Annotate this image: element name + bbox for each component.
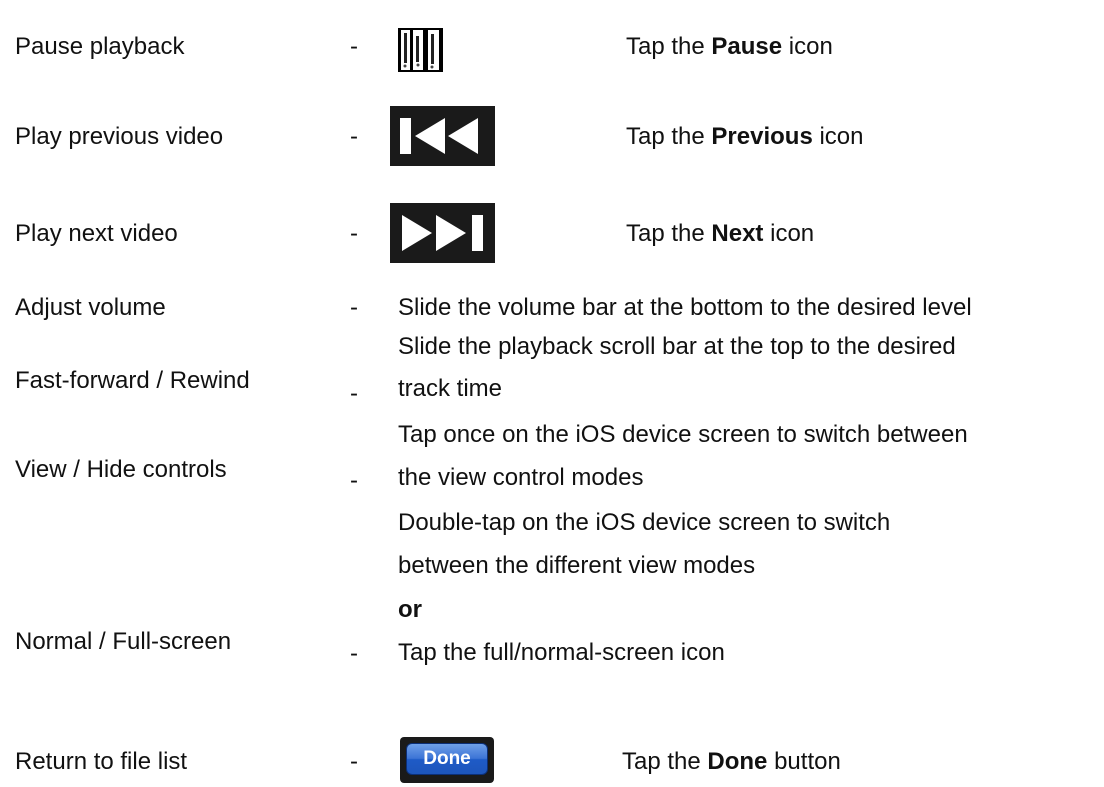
fullscreen-label: Normal / Full-screen	[15, 628, 232, 655]
pause-instruction-pre: Tap the	[626, 33, 712, 60]
pause-instruction: Tap the Pause icon	[626, 35, 833, 59]
pause-instruction-bold: Pause	[711, 33, 783, 60]
return-instruction-pre: Tap the	[622, 748, 708, 775]
next-dash: -	[350, 220, 358, 247]
controls-description-line2: the view control modes	[398, 464, 644, 491]
pause-dash: -	[350, 33, 358, 60]
fullscreen-description-line2: between the different view modes	[398, 552, 756, 579]
return-instruction-post: button	[767, 748, 841, 775]
seek-description-line1: Slide the playback scroll bar at the top…	[398, 333, 956, 360]
next-instruction-bold: Next	[711, 220, 764, 247]
return-instruction-bold: Done	[707, 748, 768, 775]
done-button-label[interactable]: Done	[406, 743, 488, 775]
next-instruction: Tap the Next icon	[626, 222, 814, 246]
fullscreen-description-line1: Double-tap on the iOS device screen to s…	[398, 509, 891, 536]
next-instruction-post: icon	[763, 220, 815, 247]
seek-description-line2: track time	[398, 375, 503, 402]
done-button[interactable]: Done	[400, 737, 494, 783]
seek-label: Fast-forward / Rewind	[15, 367, 250, 394]
previous-instruction-post: icon	[812, 123, 864, 150]
volume-description: Slide the volume bar at the bottom to th…	[398, 294, 972, 321]
volume-label: Adjust volume	[15, 294, 166, 321]
controls-label: View / Hide controls	[15, 456, 227, 483]
previous-label: Play previous video	[15, 123, 224, 150]
previous-instruction-bold: Previous	[711, 123, 813, 150]
previous-icon[interactable]	[390, 106, 495, 166]
controls-dash: -	[350, 467, 358, 494]
return-instruction: Tap the Done button	[622, 750, 841, 774]
next-instruction-pre: Tap the	[626, 220, 712, 247]
return-dash: -	[350, 748, 358, 775]
return-label: Return to file list	[15, 748, 188, 775]
fullscreen-description-line3: Tap the full/normal-screen icon	[398, 639, 725, 666]
controls-description-line1: Tap once on the iOS device screen to swi…	[398, 421, 968, 448]
previous-instruction-pre: Tap the	[626, 123, 712, 150]
pause-icon[interactable]	[398, 28, 443, 72]
pause-instruction-post: icon	[782, 33, 833, 60]
fullscreen-dash: -	[350, 640, 358, 667]
next-icon[interactable]	[390, 203, 495, 263]
previous-dash: -	[350, 123, 358, 150]
volume-dash: -	[350, 294, 358, 321]
seek-dash: -	[350, 380, 358, 407]
pause-label: Pause playback	[15, 33, 185, 60]
previous-instruction: Tap the Previous icon	[626, 125, 864, 149]
fullscreen-or: or	[398, 596, 422, 623]
next-label: Play next video	[15, 220, 178, 247]
